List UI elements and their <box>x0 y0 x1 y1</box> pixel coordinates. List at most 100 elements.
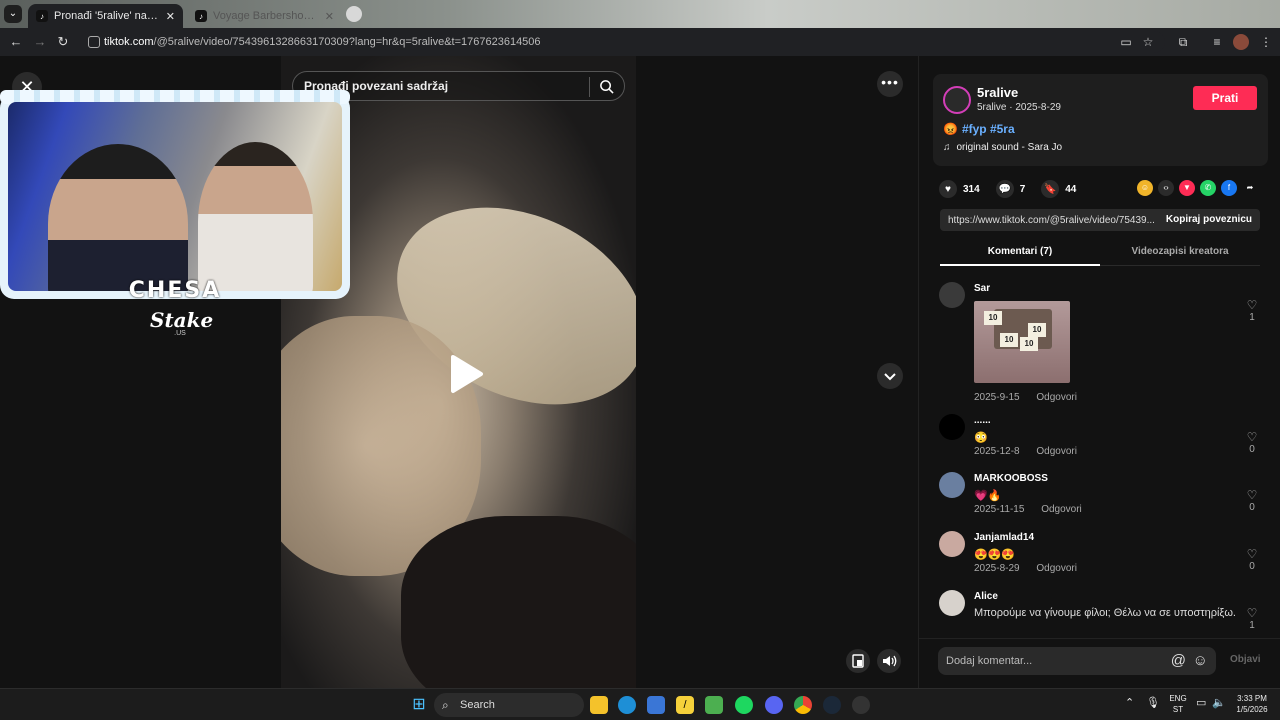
bookmark-star-icon[interactable]: ☆ <box>1140 34 1156 50</box>
obs-icon[interactable] <box>852 696 870 714</box>
tab-comments[interactable]: Komentari (7) <box>940 246 1100 257</box>
comment-like[interactable]: ♡ 0 <box>1245 430 1259 455</box>
discord-icon[interactable] <box>765 696 783 714</box>
comment-text: Μπορούμε να γίνουμε φίλοι; Θέλω να σε υπ… <box>974 607 1236 619</box>
comment-like[interactable]: ♡ 0 <box>1245 547 1259 572</box>
chevron-down-icon <box>884 373 896 381</box>
tab-tiktok[interactable]: ♪ Pronađi '5ralive' na TikToku | Pr ✕ <box>28 4 183 28</box>
steam-icon[interactable] <box>823 696 841 714</box>
tab-creator-videos[interactable]: Videozapisi kreatora <box>1100 246 1260 257</box>
comment-username[interactable]: Alice <box>974 591 998 602</box>
clock-date: 1/5/2026 <box>1236 705 1268 714</box>
url-host: tiktok.com <box>104 36 154 48</box>
site-info-icon[interactable] <box>88 36 100 48</box>
file-explorer-icon[interactable] <box>590 696 608 714</box>
back-icon[interactable]: ← <box>8 34 24 50</box>
avatar[interactable] <box>939 531 965 557</box>
sound-info[interactable]: ♫ original sound - Sara Jo <box>943 142 1062 153</box>
tab-voyage[interactable]: ♪ Voyage Barbershop Review ✕ <box>187 4 342 28</box>
comment-sticker-image[interactable]: 10 10 10 10 <box>974 301 1070 383</box>
sticker-sign: 10 <box>1028 323 1046 337</box>
new-tab-button[interactable] <box>346 6 362 22</box>
avatar[interactable] <box>939 414 965 440</box>
avatar[interactable] <box>939 472 965 498</box>
microphone-icon[interactable]: 🎙 <box>1146 698 1160 709</box>
comment-item: ...... 😳 2025-12-8 Odgovori ♡ 0 <box>939 414 1269 464</box>
speaker-icon[interactable]: 🔈 <box>1212 698 1226 709</box>
reload-icon[interactable]: ↻ <box>55 34 71 50</box>
tab-search-button[interactable]: ⌄ <box>4 5 22 23</box>
play-icon[interactable] <box>445 354 485 394</box>
heart-icon[interactable]: ♥ <box>939 180 957 198</box>
copy-link-button[interactable]: Kopiraj poveznicu <box>1166 214 1252 225</box>
comment-icon[interactable]: 💬 <box>995 180 1014 198</box>
browser-tab-bar: ⌄ ♪ Pronađi '5ralive' na TikToku | Pr ✕ … <box>0 0 1280 28</box>
mention-icon[interactable]: @ <box>1171 647 1186 675</box>
language-indicator[interactable]: ENG ST <box>1166 693 1190 715</box>
avatar[interactable] <box>939 590 965 616</box>
bookmark-icon[interactable]: 🔖 <box>1041 180 1060 198</box>
search-icon: ⌕ <box>442 698 449 712</box>
send-icon[interactable]: ▼ <box>1179 180 1195 196</box>
reply-button[interactable]: Odgovori <box>1036 563 1077 574</box>
taskbar-search[interactable]: ⌕ Search <box>434 693 584 717</box>
save-count: 44 <box>1065 183 1077 195</box>
hashtags-link[interactable]: #fyp #5ra <box>962 122 1015 136</box>
follow-button[interactable]: Prati <box>1193 86 1257 110</box>
chrome-icon[interactable] <box>794 696 812 714</box>
extensions-icon[interactable]: ⧉ <box>1175 34 1191 50</box>
tray-overflow-icon[interactable]: ⌃ <box>1125 698 1134 709</box>
more-options-button[interactable]: ••• <box>877 71 903 97</box>
facebook-icon[interactable]: f <box>1221 180 1237 196</box>
floating-player-button[interactable] <box>846 649 870 673</box>
network-icon[interactable]: ▭ <box>1196 698 1206 709</box>
whatsapp-icon[interactable]: ✆ <box>1200 180 1216 196</box>
comment-text: 💗🔥 <box>974 490 1002 502</box>
cast-icon[interactable]: ▭ <box>1118 34 1134 50</box>
author-card: 5ralive 5ralive · 2025-8-29 Prati 😡 #fyp … <box>933 74 1268 166</box>
comment-like[interactable]: ♡ 0 <box>1245 488 1259 513</box>
notes-icon[interactable]: / <box>676 696 694 714</box>
avatar[interactable] <box>939 282 965 308</box>
volume-button[interactable] <box>877 649 901 673</box>
active-tab-indicator <box>940 264 1100 266</box>
tab-title: Pronađi '5ralive' na TikToku | Pr <box>54 10 160 22</box>
embed-icon[interactable]: ‹› <box>1158 180 1174 196</box>
url-field[interactable]: tiktok.com/@5ralive/video/75439613286631… <box>80 31 1165 53</box>
comment-username[interactable]: Janjamlad14 <box>974 532 1034 543</box>
windows-start-icon[interactable]: ⊞ <box>410 696 428 714</box>
post-button[interactable]: Objavi <box>1230 654 1261 665</box>
next-video-button[interactable] <box>877 363 903 389</box>
author-name[interactable]: 5ralive <box>977 85 1018 100</box>
reply-button[interactable]: Odgovori <box>1036 392 1077 403</box>
clock[interactable]: 3:33 PM 1/5/2026 <box>1232 693 1272 715</box>
comment-username[interactable]: Sar <box>974 283 990 294</box>
comment-meta: 2025-11-15 Odgovori <box>974 504 1096 515</box>
add-comment-input[interactable]: Dodaj komentar... @ ☺ <box>938 647 1216 675</box>
repost-icon[interactable]: ☺ <box>1137 180 1153 196</box>
minecraft-icon[interactable] <box>705 696 723 714</box>
comment-username[interactable]: MARKOOBOSS <box>974 473 1048 484</box>
heart-outline-icon: ♡ <box>1246 430 1258 444</box>
search-icon[interactable] <box>599 79 614 94</box>
close-tab-icon[interactable]: ✕ <box>325 10 334 23</box>
close-tab-icon[interactable]: ✕ <box>166 10 175 23</box>
spotify-icon[interactable] <box>735 696 753 714</box>
share-arrow-icon[interactable]: ➦ <box>1242 180 1258 196</box>
reply-button[interactable]: Odgovori <box>1041 504 1082 515</box>
comment-like[interactable]: ♡ 1 <box>1245 298 1259 323</box>
author-avatar[interactable] <box>943 86 971 114</box>
address-bar: ← → ↻ tiktok.com/@5ralive/video/75439613… <box>0 28 1280 56</box>
profile-avatar[interactable] <box>1233 34 1249 50</box>
reply-button[interactable]: Odgovori <box>1036 446 1077 457</box>
comment-like[interactable]: ♡ 1 <box>1245 606 1259 628</box>
video-frame-shirt <box>401 516 636 688</box>
comment-username[interactable]: ...... <box>974 415 991 426</box>
forward-icon[interactable]: → <box>32 34 48 50</box>
comment-meta: 2025-9-15 Odgovori <box>974 392 1091 403</box>
reading-list-icon[interactable]: ≡ <box>1209 34 1225 50</box>
menu-kebab-icon[interactable]: ⋮ <box>1258 34 1274 50</box>
emoji-icon[interactable]: ☺ <box>1193 647 1208 675</box>
edge-icon[interactable] <box>618 696 636 714</box>
store-icon[interactable] <box>647 696 665 714</box>
